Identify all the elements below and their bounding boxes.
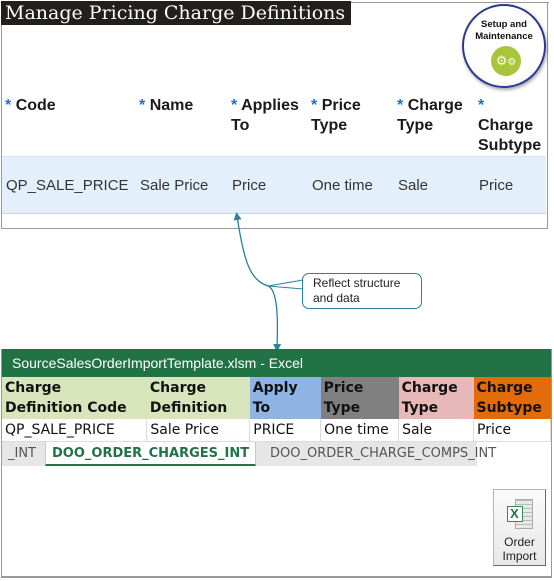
cell-code[interactable]: QP_SALE_PRICE (2, 156, 136, 214)
cell-name[interactable]: Sale Price (136, 156, 228, 214)
header-label: Price (323, 380, 364, 396)
sheet-tab-int[interactable]: _INT (2, 442, 42, 466)
excel-header-charge-definition[interactable]: Charge Definition (146, 377, 250, 419)
column-header-code[interactable]: * Code (2, 90, 136, 157)
header-label: Definition Code (5, 400, 127, 416)
excel-header-price-type[interactable]: Price Type (320, 377, 399, 419)
required-marker: * (231, 97, 238, 114)
sheet-tab-bar: _INT DOO_ORDER_CHARGES_INT DOO_ORDER_CHA… (2, 442, 496, 466)
order-import-label: Order Import (494, 535, 545, 563)
required-marker: * (397, 97, 404, 114)
column-header-charge-subtype[interactable]: * Charge Subtype (475, 90, 546, 157)
header-label: Code (15, 97, 56, 114)
column-header-applies-to[interactable]: * Applies To (228, 90, 308, 157)
order-import-line2: Import (502, 549, 537, 563)
arrow-down-to-excel (267, 285, 282, 352)
required-marker: * (478, 97, 485, 114)
cell-charge-type[interactable]: Sale (394, 156, 475, 214)
header-label: Type (401, 400, 439, 416)
gears-icon: ⚙⚙ (491, 46, 521, 76)
excel-cell-charge-subtype[interactable]: Price (473, 419, 551, 442)
header-label: Charge (149, 380, 206, 396)
cell-charge-subtype[interactable]: Price (475, 156, 546, 214)
excel-cell-code[interactable]: QP_SALE_PRICE (2, 419, 148, 442)
excel-cell-apply-to[interactable]: PRICE (249, 419, 322, 442)
callout-bubble: Reflect structure and data (302, 273, 422, 309)
excel-cell-definition[interactable]: Sale Price (146, 419, 251, 442)
header-label: Charge (5, 380, 62, 396)
order-import-button[interactable]: X Order Import (493, 489, 546, 566)
column-header-charge-type[interactable]: * Charge Type (394, 90, 475, 157)
page-title: Manage Pricing Charge Definitions (1, 1, 352, 25)
header-label: Applies (241, 97, 299, 114)
header-label: Subtype (476, 400, 542, 416)
header-label: Name (149, 97, 194, 114)
excel-header-row: Charge Definition Code Charge Definition A… (2, 377, 551, 419)
setup-badge-line1: Setup and (481, 19, 527, 30)
setup-badge-label: Setup and Maintenance (464, 19, 544, 43)
header-label: Type (397, 117, 434, 134)
table-header-row: * Code * Name * Applies To * Price Type * … (2, 90, 546, 157)
required-marker: * (5, 97, 12, 114)
sheet-tab-doo-order-charges-int[interactable]: DOO_ORDER_CHARGES_INT (45, 442, 257, 466)
header-label: Charge (478, 117, 534, 134)
header-label: Subtype (478, 137, 542, 154)
cell-applies-to[interactable]: Price (228, 156, 308, 214)
excel-data-row[interactable]: QP_SALE_PRICE Sale Price PRICE One time … (2, 419, 551, 442)
callout-line2: and data (313, 291, 360, 305)
header-label: Definition (149, 400, 228, 416)
header-label: To (231, 117, 250, 134)
required-marker: * (311, 97, 318, 114)
header-label: Price (321, 97, 361, 114)
excel-grid: Charge Definition Code Charge Definition A… (2, 377, 551, 442)
callout-line1: Reflect structure (313, 276, 401, 290)
setup-and-maintenance-badge: Setup and Maintenance ⚙⚙ (462, 4, 546, 88)
header-label: Charge (407, 97, 463, 114)
pricing-charge-table: * Code * Name * Applies To * Price Type * … (2, 90, 546, 214)
callout-pointer (267, 279, 304, 290)
setup-badge-line2: Maintenance (475, 31, 533, 42)
order-import-line1: Order (504, 535, 535, 549)
column-header-price-type[interactable]: * Price Type (308, 90, 394, 157)
header-label: Charge (476, 380, 533, 396)
excel-icon: X (506, 499, 533, 529)
excel-header-charge-type[interactable]: Charge Type (398, 377, 474, 419)
required-marker: * (139, 97, 146, 114)
table-row[interactable]: QP_SALE_PRICE Sale Price Price One time … (2, 156, 546, 214)
header-label: To (252, 400, 271, 416)
excel-header-charge-definition-code[interactable]: Charge Definition Code (2, 377, 147, 419)
cell-price-type[interactable]: One time (308, 156, 394, 214)
excel-header-charge-subtype[interactable]: Charge Subtype (473, 377, 551, 419)
excel-window: SourceSalesOrderImportTemplate.xlsm - Ex… (1, 349, 552, 578)
excel-title-bar: SourceSalesOrderImportTemplate.xlsm - Ex… (2, 349, 551, 377)
excel-cell-charge-type[interactable]: Sale (398, 419, 474, 442)
header-label: Apply (252, 380, 298, 396)
excel-cell-price-type[interactable]: One time (320, 419, 400, 442)
header-label: Charge (401, 380, 458, 396)
excel-header-apply-to[interactable]: Apply To (249, 377, 321, 419)
column-header-name[interactable]: * Name (136, 90, 228, 157)
header-label: Type (311, 117, 348, 134)
sheet-tab-doo-order-charge-comps-int[interactable]: DOO_ORDER_CHARGE_COMPS_INT (264, 442, 502, 466)
header-label: Type (323, 400, 361, 416)
